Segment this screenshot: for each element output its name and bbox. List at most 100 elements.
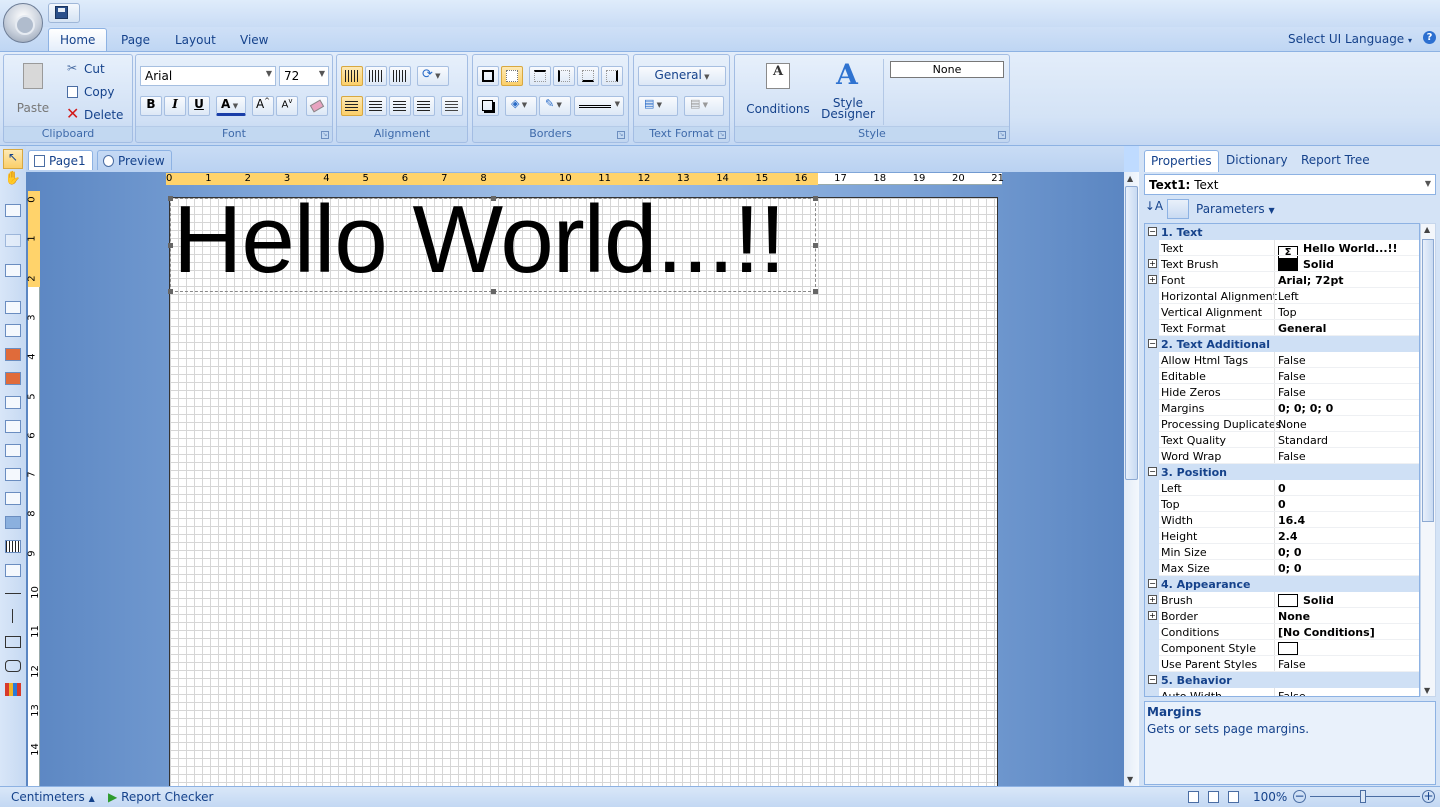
text-component[interactable]: Hello World...!! xyxy=(168,186,818,294)
property-row[interactable]: Editable False xyxy=(1145,368,1419,384)
property-value[interactable]: None xyxy=(1278,418,1307,431)
scroll-up-icon[interactable]: ▲ xyxy=(1424,225,1430,234)
property-value[interactable]: [No Conditions] xyxy=(1278,626,1375,639)
word-wrap-button[interactable] xyxy=(441,96,463,116)
align-right-button[interactable] xyxy=(389,96,411,116)
sort-alphabetical-icon[interactable]: ↓A xyxy=(1144,199,1164,219)
scroll-up-icon[interactable]: ▲ xyxy=(1127,174,1133,183)
italic-button[interactable]: I xyxy=(164,96,186,116)
help-icon[interactable]: ? xyxy=(1423,31,1436,44)
property-value[interactable]: Left xyxy=(1278,290,1299,303)
parameters-button[interactable]: Parameters ▼ xyxy=(1196,202,1275,216)
property-value[interactable]: 0 xyxy=(1278,482,1286,495)
copy-button[interactable]: Copy xyxy=(64,83,124,101)
property-value[interactable]: 0; 0; 0; 0 xyxy=(1278,402,1333,415)
rectangle-icon[interactable] xyxy=(5,636,21,648)
table-icon[interactable] xyxy=(5,468,21,481)
align-center-button[interactable] xyxy=(365,96,387,116)
text-format-dialog-launcher[interactable]: ↘ xyxy=(718,131,726,139)
sub-report-icon[interactable] xyxy=(5,444,21,457)
image-icon[interactable] xyxy=(5,516,21,529)
property-value[interactable]: False xyxy=(1278,450,1306,463)
property-value[interactable]: 0; 0 xyxy=(1278,546,1302,559)
panel-icon[interactable] xyxy=(5,264,21,277)
band-icon[interactable] xyxy=(5,204,21,217)
page-width-view-icon[interactable] xyxy=(1208,791,1219,803)
expand-icon[interactable]: + xyxy=(1148,595,1157,604)
shrink-font-button[interactable]: Av xyxy=(276,96,298,116)
fill-color-button[interactable]: ◈ ▼ xyxy=(505,96,537,116)
expand-icon[interactable]: + xyxy=(1148,259,1157,268)
rich-text-icon[interactable] xyxy=(5,372,21,385)
text-box-icon[interactable] xyxy=(5,492,21,505)
scroll-down-icon[interactable]: ▼ xyxy=(1424,686,1430,695)
zoom-slider-thumb[interactable] xyxy=(1360,790,1366,803)
property-row[interactable]: Hide Zeros False xyxy=(1145,384,1419,400)
property-row[interactable]: Min Size 0; 0 xyxy=(1145,544,1419,560)
save-icon[interactable] xyxy=(55,6,68,19)
property-row[interactable]: Top 0 xyxy=(1145,496,1419,512)
border-color-button[interactable]: ✎ ▼ xyxy=(539,96,571,116)
property-value[interactable]: Solid xyxy=(1278,258,1334,271)
property-grid-scrollbar[interactable]: ▲ ▼ xyxy=(1420,223,1436,697)
resize-handle[interactable] xyxy=(491,196,496,201)
tab-page[interactable]: Page xyxy=(110,29,161,51)
property-value[interactable]: Top xyxy=(1278,306,1297,319)
horizontal-line-icon[interactable] xyxy=(5,593,21,594)
shape-icon[interactable] xyxy=(5,564,21,577)
collapse-icon[interactable]: − xyxy=(1148,339,1157,348)
property-value[interactable]: False xyxy=(1278,386,1306,399)
collapse-icon[interactable]: − xyxy=(1148,467,1157,476)
units-selector[interactable]: Centimeters ▲ xyxy=(11,790,95,804)
multi-page-view-icon[interactable] xyxy=(1228,791,1239,803)
cut-button[interactable]: ✂ Cut xyxy=(64,60,124,78)
border-style-button[interactable]: ▼ xyxy=(574,96,624,116)
expand-icon[interactable]: + xyxy=(1148,611,1157,620)
grow-font-button[interactable]: A^ xyxy=(252,96,274,116)
style-gallery-item[interactable]: None xyxy=(890,61,1004,78)
canvas-scroll-thumb[interactable] xyxy=(1125,186,1138,480)
collapse-icon[interactable]: − xyxy=(1148,579,1157,588)
barcode-icon[interactable] xyxy=(5,540,21,553)
border-all-button[interactable] xyxy=(477,66,499,86)
rounded-rectangle-icon[interactable] xyxy=(5,660,21,672)
data-band-icon[interactable] xyxy=(5,420,21,433)
property-value[interactable]: 0 xyxy=(1278,498,1286,511)
clear-format-button[interactable] xyxy=(306,96,328,116)
resize-handle[interactable] xyxy=(813,196,818,201)
property-row[interactable]: Text Format General xyxy=(1145,320,1419,336)
property-value[interactable]: Standard xyxy=(1278,434,1328,447)
zoom-in-icon[interactable]: + xyxy=(1422,790,1435,803)
borders-dialog-launcher[interactable]: ↘ xyxy=(617,131,625,139)
format-currency-button[interactable]: ▤ ▼ xyxy=(638,96,678,116)
resize-handle[interactable] xyxy=(813,243,818,248)
shadow-button[interactable] xyxy=(477,96,499,116)
underline-button[interactable]: U xyxy=(188,96,210,116)
tab-properties[interactable]: Properties xyxy=(1144,150,1219,172)
resize-handle[interactable] xyxy=(813,289,818,294)
property-row[interactable]: Vertical Alignment Top xyxy=(1145,304,1419,320)
property-row[interactable]: Component Style xyxy=(1145,640,1419,656)
property-row[interactable]: + Border None xyxy=(1145,608,1419,624)
property-row[interactable]: Text Σ Hello World...!! xyxy=(1145,240,1419,259)
property-row[interactable]: Auto Width False xyxy=(1145,688,1419,696)
delete-button[interactable]: ✕ Delete xyxy=(64,104,129,124)
align-bottom-button[interactable] xyxy=(389,66,411,86)
text-icon[interactable] xyxy=(5,348,21,361)
image-frame-icon[interactable] xyxy=(5,396,21,409)
property-value[interactable]: 0; 0 xyxy=(1278,562,1302,575)
tab-home[interactable]: Home xyxy=(48,28,108,52)
barcode-align-top-button[interactable] xyxy=(341,66,363,86)
property-row[interactable]: Use Parent Styles False xyxy=(1145,656,1419,672)
chart-icon[interactable] xyxy=(5,683,21,696)
categorized-icon[interactable] xyxy=(1167,199,1189,219)
border-none-button[interactable] xyxy=(501,66,523,86)
tab-page1[interactable]: Page1 xyxy=(28,150,93,170)
property-row[interactable]: Text Quality Standard xyxy=(1145,432,1419,448)
style-designer-button[interactable]: A Style Designer xyxy=(815,58,879,124)
tab-report-tree[interactable]: Report Tree xyxy=(1295,150,1376,172)
tab-layout[interactable]: Layout xyxy=(164,29,227,51)
resize-handle[interactable] xyxy=(491,289,496,294)
report-title-icon[interactable] xyxy=(5,324,21,337)
property-row[interactable]: Word Wrap False xyxy=(1145,448,1419,464)
